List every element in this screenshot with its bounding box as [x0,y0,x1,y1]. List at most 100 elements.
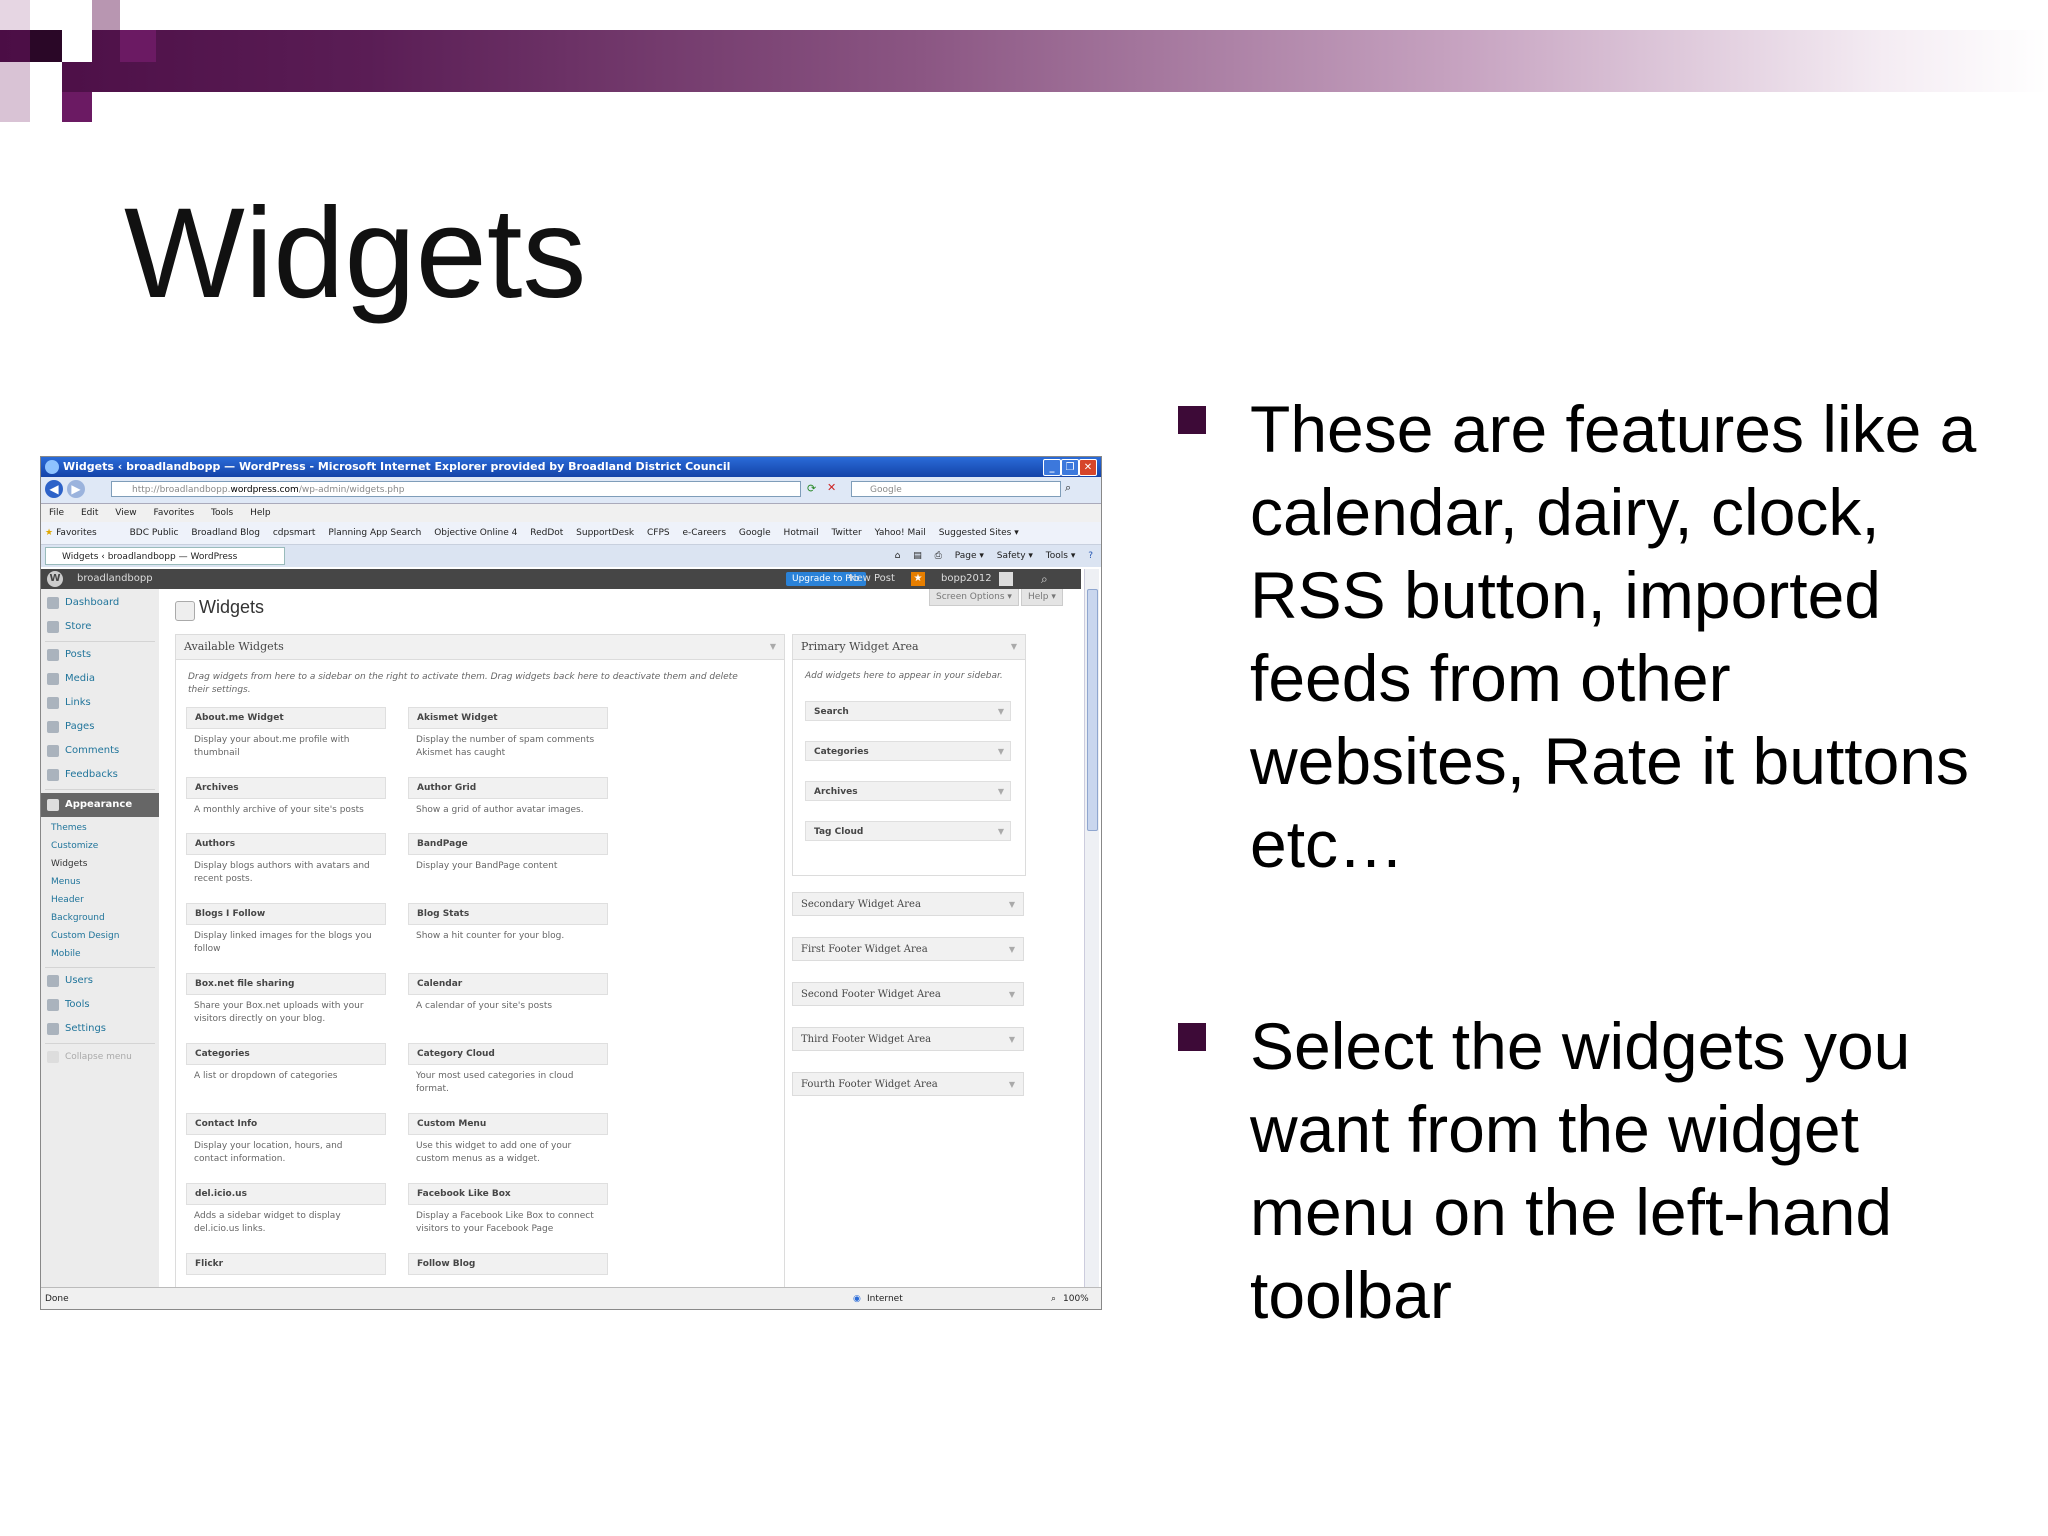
submenu-menus[interactable]: Menus [51,875,80,889]
sidebar-item-settings[interactable]: Settings [41,1019,159,1039]
command-tools[interactable]: Tools ▾ [1046,551,1076,561]
favorite-link[interactable]: e-Careers [682,528,726,538]
widget-card[interactable]: Contact Info Display your location, hours… [186,1113,386,1166]
menu-favorites[interactable]: Favorites [153,508,194,518]
widget-card[interactable]: Blog Stats Show a hit counter for your bl… [408,903,608,943]
widget-card[interactable]: Box.net file sharing Share your Box.net u… [186,973,386,1026]
menu-tools[interactable]: Tools [211,508,233,518]
feeds-icon[interactable]: ▤ [913,551,922,561]
widget-card[interactable]: Author Grid Show a grid of author avatar … [408,777,608,817]
sidebar-item-dashboard[interactable]: Dashboard [41,593,159,613]
vertical-scrollbar[interactable] [1084,569,1099,1287]
search-input[interactable]: Google [851,481,1061,497]
help-button[interactable]: Help ▾ [1021,589,1063,606]
sidebar-item-links[interactable]: Links [41,693,159,713]
widget-card[interactable]: Category Cloud Your most used categories … [408,1043,608,1096]
restore-button[interactable]: ❐ [1061,459,1079,476]
chevron-down-icon[interactable]: ▼ [1009,1028,1015,1052]
command-page[interactable]: Page ▾ [955,551,984,561]
sidebar-item-comments[interactable]: Comments [41,741,159,761]
favorite-link[interactable]: Suggested Sites ▾ [939,528,1019,538]
favorites-button[interactable]: Favorites [56,528,97,538]
chevron-down-icon[interactable]: ▼ [1009,938,1015,962]
primary-widget-categories[interactable]: Categories ▼ [805,741,1011,761]
zoom-icon[interactable]: ⌕ [1051,1288,1056,1309]
refresh-icon[interactable]: ⟳ [807,482,816,495]
command-safety[interactable]: Safety ▾ [997,551,1033,561]
favorite-link[interactable]: BDC Public [130,528,179,538]
new-post-link[interactable]: New Post [849,569,895,589]
widget-card[interactable]: Calendar A calendar of your site's posts [408,973,608,1013]
widget-card[interactable]: Flickr [186,1253,386,1275]
primary-widget-tag-cloud[interactable]: Tag Cloud ▼ [805,821,1011,841]
sidebar-item-store[interactable]: Store [41,617,159,637]
first-footer-widget-area[interactable]: First Footer Widget Area ▼ [792,937,1024,961]
widget-card[interactable]: BandPage Display your BandPage content [408,833,608,873]
menu-edit[interactable]: Edit [81,508,98,518]
chevron-down-icon[interactable]: ▼ [770,635,776,659]
chevron-down-icon[interactable]: ▼ [1009,983,1015,1007]
secondary-widget-area[interactable]: Secondary Widget Area ▼ [792,892,1024,916]
home-icon[interactable]: ⌂ [895,551,901,561]
submenu-header[interactable]: Header [51,893,84,907]
user-name-link[interactable]: bopp2012 [941,569,992,589]
address-field[interactable]: http://broadlandbopp.wordpress.com/wp-ad… [111,481,801,497]
site-name-link[interactable]: broadlandbopp [77,569,153,589]
submenu-customize[interactable]: Customize [51,839,98,853]
sidebar-item-posts[interactable]: Posts [41,645,159,665]
favorite-link[interactable]: cdpsmart [273,528,316,538]
widget-card[interactable]: About.me Widget Display your about.me pro… [186,707,386,760]
forward-icon[interactable]: ▶ [67,480,85,498]
third-footer-widget-area[interactable]: Third Footer Widget Area ▼ [792,1027,1024,1051]
sidebar-item-users[interactable]: Users [41,971,159,991]
chevron-down-icon[interactable]: ▼ [1011,635,1017,659]
favorite-link[interactable]: RedDot [530,528,563,538]
sidebar-item-tools[interactable]: Tools [41,995,159,1015]
menu-help[interactable]: Help [250,508,271,518]
available-widgets-header[interactable]: Available Widgets ▼ [176,635,784,660]
scrollbar-thumb[interactable] [1087,589,1098,831]
chevron-down-icon[interactable]: ▼ [998,742,1004,762]
chevron-down-icon[interactable]: ▼ [998,782,1004,802]
minimize-button[interactable]: _ [1043,459,1061,476]
widget-card[interactable]: Blogs I Follow Display linked images for … [186,903,386,956]
star-icon[interactable]: ★ [911,572,925,586]
submenu-custom-design[interactable]: Custom Design [51,929,119,943]
menu-view[interactable]: View [115,508,136,518]
submenu-mobile[interactable]: Mobile [51,947,81,961]
browser-tab[interactable]: Widgets ‹ broadlandbopp — WordPress [45,547,285,565]
fourth-footer-widget-area[interactable]: Fourth Footer Widget Area ▼ [792,1072,1024,1096]
print-icon[interactable]: ⎙ [935,551,942,561]
widget-card[interactable]: Authors Display blogs authors with avatar… [186,833,386,886]
widget-card[interactable]: Archives A monthly archive of your site's… [186,777,386,817]
sidebar-item-appearance[interactable]: Appearance [41,793,159,817]
widget-card[interactable]: Custom Menu Use this widget to add one of… [408,1113,608,1166]
submenu-widgets[interactable]: Widgets [51,857,87,871]
favorite-link[interactable]: Broadland Blog [191,528,260,538]
favorite-link[interactable]: Planning App Search [328,528,421,538]
primary-widget-search[interactable]: Search ▼ [805,701,1011,721]
favorite-link[interactable]: Yahoo! Mail [875,528,926,538]
back-icon[interactable]: ◀ [45,480,63,498]
close-button[interactable]: ✕ [1079,459,1097,476]
widget-card[interactable]: Akismet Widget Display the number of spam… [408,707,608,760]
submenu-themes[interactable]: Themes [51,821,87,835]
chevron-down-icon[interactable]: ▼ [1009,1073,1015,1097]
chevron-down-icon[interactable]: ▼ [998,702,1004,722]
chevron-down-icon[interactable]: ▼ [998,822,1004,842]
stop-icon[interactable]: ✕ [827,481,836,494]
primary-widget-area-header[interactable]: Primary Widget Area ▼ [793,635,1025,660]
screen-options-button[interactable]: Screen Options ▾ [929,589,1019,606]
primary-widget-archives[interactable]: Archives ▼ [805,781,1011,801]
chevron-down-icon[interactable]: ▼ [1009,893,1015,917]
wordpress-logo-icon[interactable]: W [47,571,63,587]
help-icon[interactable]: ? [1088,551,1093,561]
widget-card[interactable]: Facebook Like Box Display a Facebook Like… [408,1183,608,1236]
avatar[interactable] [999,572,1013,586]
favorite-link[interactable]: Hotmail [784,528,819,538]
sidebar-item-pages[interactable]: Pages [41,717,159,737]
sidebar-item-feedbacks[interactable]: Feedbacks [41,765,159,785]
favorite-link[interactable]: Twitter [832,528,862,538]
collapse-menu-button[interactable]: Collapse menu [41,1047,159,1067]
search-icon[interactable]: ⌕ [1065,481,1071,495]
